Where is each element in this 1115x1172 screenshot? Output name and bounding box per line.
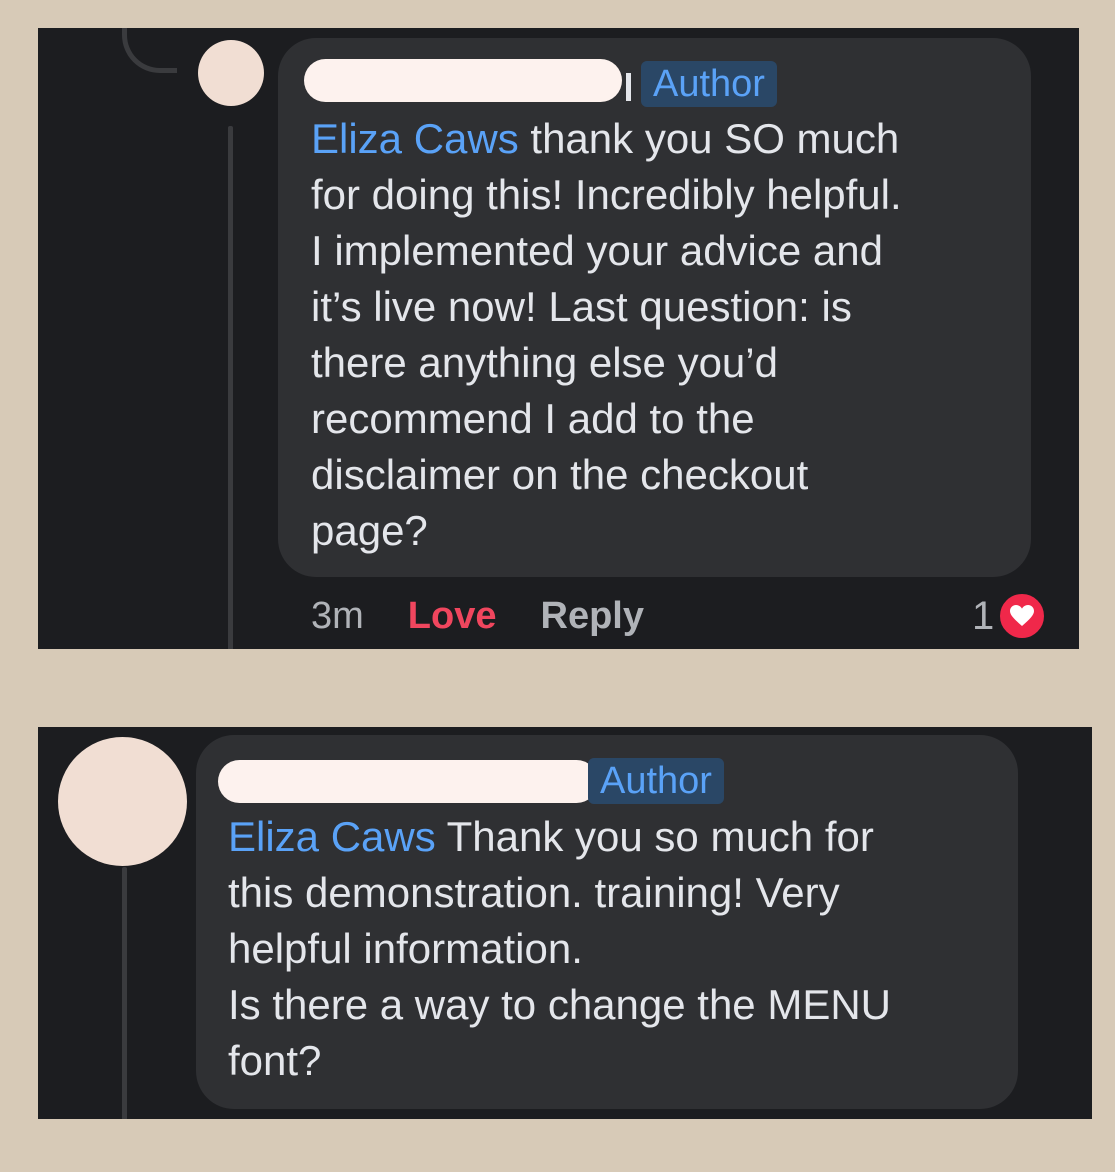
redacted-name[interactable] bbox=[304, 59, 622, 102]
comment-text: Eliza Caws thank you SO much for doing t… bbox=[311, 111, 1031, 559]
mention-link[interactable]: Eliza Caws bbox=[311, 115, 519, 162]
reaction-count: 1 bbox=[972, 593, 995, 638]
comment-actions: 3m Love Reply bbox=[311, 594, 644, 638]
thread-line bbox=[228, 126, 233, 649]
redacted-name[interactable] bbox=[218, 760, 598, 803]
avatar[interactable] bbox=[198, 40, 264, 106]
love-button[interactable]: Love bbox=[408, 595, 497, 637]
reply-button[interactable]: Reply bbox=[541, 595, 644, 637]
author-badge: Author bbox=[641, 61, 777, 107]
thread-connector bbox=[122, 28, 177, 73]
heart-icon bbox=[998, 592, 1047, 640]
thread-line bbox=[122, 867, 127, 1119]
comment-body: thank you SO much for doing this! Incred… bbox=[311, 115, 902, 554]
comment-card-1: Author Eliza Caws thank you SO much for … bbox=[38, 28, 1079, 649]
comment-text: Eliza Caws Thank you so much for this de… bbox=[228, 809, 1018, 1089]
timestamp[interactable]: 3m bbox=[311, 595, 364, 637]
author-badge: Author bbox=[588, 758, 724, 804]
mention-link[interactable]: Eliza Caws bbox=[228, 813, 436, 860]
reaction-summary[interactable]: 1 bbox=[972, 592, 1047, 640]
avatar[interactable] bbox=[58, 737, 187, 866]
comment-card-2: Author Eliza Caws Thank you so much for … bbox=[38, 727, 1092, 1119]
name-fragment bbox=[626, 73, 631, 101]
